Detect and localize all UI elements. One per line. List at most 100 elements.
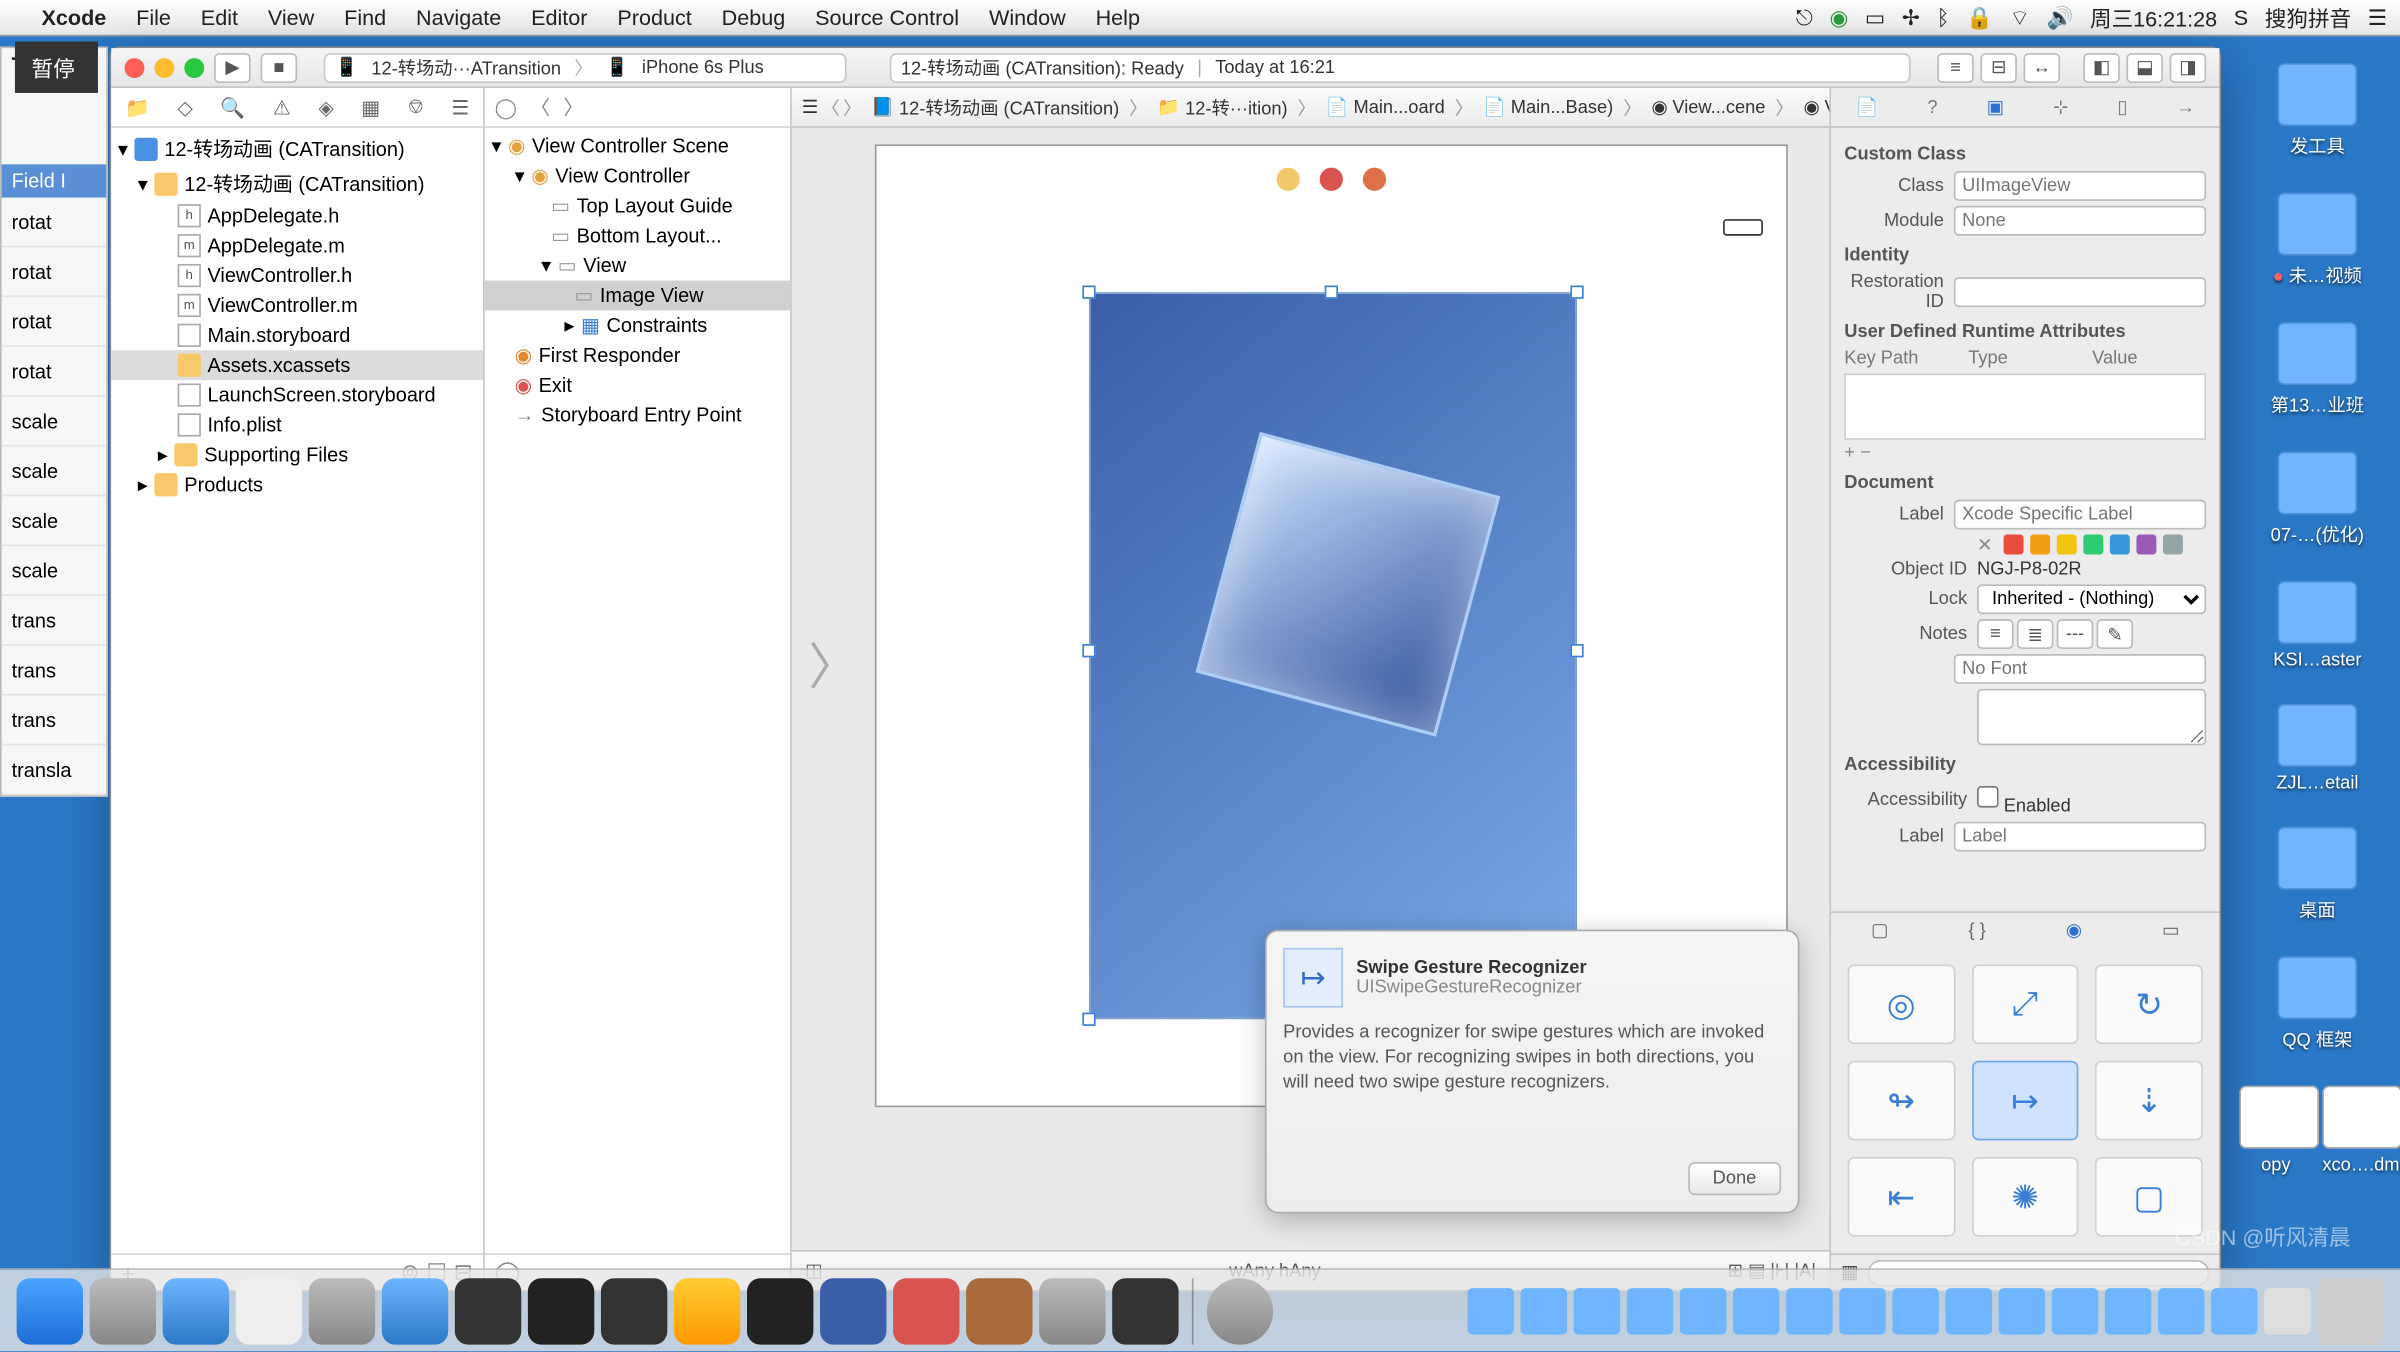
app-icon[interactable] xyxy=(893,1277,959,1343)
media-library-icon[interactable]: ▭ xyxy=(2162,920,2179,942)
code-snippet-icon[interactable]: { } xyxy=(1968,920,1985,940)
dock-tile[interactable] xyxy=(1574,1287,1620,1333)
screen-edge-gesture-icon[interactable]: ⇤ xyxy=(1848,1157,1955,1237)
uiimageview-element[interactable] xyxy=(1089,292,1577,1019)
pan-gesture-icon[interactable]: ↬ xyxy=(1848,1061,1955,1141)
desktop-folder[interactable]: ● 未…视频 xyxy=(2268,193,2368,289)
vc-row[interactable]: ▾◉View Controller xyxy=(485,161,790,191)
folder-item[interactable]: ▸Supporting Files xyxy=(111,440,483,470)
desktop-folder[interactable]: QQ 框架 xyxy=(2268,956,2368,1052)
done-button[interactable]: Done xyxy=(1688,1162,1781,1195)
acc-label-input[interactable] xyxy=(1954,822,2206,852)
udra-table[interactable] xyxy=(1844,374,2206,440)
ime-label[interactable]: 搜狗拼音 xyxy=(2265,2,2351,34)
notes-tool[interactable]: ✎ xyxy=(2097,619,2134,649)
exit-row[interactable]: ◉Exit xyxy=(485,370,790,400)
custom-gesture-icon[interactable]: ✺ xyxy=(1972,1157,2079,1237)
exit-icon[interactable] xyxy=(1363,168,1386,191)
tap-gesture-icon[interactable]: ◎ xyxy=(1848,964,1955,1044)
identity-inspector-icon[interactable]: ▣ xyxy=(1987,96,2004,118)
dock-tile[interactable] xyxy=(1733,1287,1779,1333)
table-row[interactable]: rotat xyxy=(2,247,107,297)
table-row[interactable]: rotat xyxy=(2,198,107,248)
dock-tile[interactable] xyxy=(1946,1287,1992,1333)
object-library-icon[interactable]: ◉ xyxy=(2066,920,2082,942)
menu-window[interactable]: Window xyxy=(974,5,1081,30)
status-icon[interactable]: ◉ xyxy=(1829,4,1848,31)
desktop-folder[interactable]: 07-…(优化) xyxy=(2268,452,2368,548)
first-responder-row[interactable]: ◉First Responder xyxy=(485,340,790,370)
file-item-selected[interactable]: Assets.xcassets xyxy=(111,350,483,380)
notes-tool[interactable]: --- xyxy=(2057,619,2094,649)
help-inspector-icon[interactable]: ? xyxy=(1927,97,1937,117)
symbol-nav-icon[interactable]: ◇ xyxy=(177,95,192,118)
dock-tile[interactable] xyxy=(1521,1287,1567,1333)
menu-help[interactable]: Help xyxy=(1081,5,1155,30)
pinch-gesture-icon[interactable]: ⤢ xyxy=(1972,964,2079,1044)
file-item[interactable]: AppDelegate.h xyxy=(111,201,483,231)
desktop-folder[interactable]: 发工具 xyxy=(2268,63,2368,159)
dock-tile[interactable] xyxy=(2052,1287,2098,1333)
dock-tile[interactable] xyxy=(2264,1287,2310,1333)
finder-icon[interactable] xyxy=(17,1277,83,1343)
menu-source-control[interactable]: Source Control xyxy=(800,5,974,30)
ime-icon[interactable]: S xyxy=(2234,5,2248,30)
volume-icon[interactable]: 🔊 xyxy=(2047,4,2074,31)
class-input[interactable] xyxy=(1954,171,2206,201)
jump-crumb[interactable]: ◉ View...troller xyxy=(1797,96,1829,118)
dock-tile[interactable] xyxy=(1999,1287,2045,1333)
dock-tile[interactable] xyxy=(1627,1287,1673,1333)
first-responder-icon[interactable] xyxy=(1320,168,1343,191)
status-icon[interactable]: ⎋ xyxy=(1796,4,1813,31)
app-icon[interactable] xyxy=(1112,1277,1178,1343)
file-item[interactable]: Main.storyboard xyxy=(111,320,483,350)
table-row[interactable]: rotat xyxy=(2,347,107,397)
pause-button[interactable]: 暂停 xyxy=(15,42,98,93)
rotation-gesture-icon[interactable]: ↻ xyxy=(2095,964,2202,1044)
connections-inspector-icon[interactable]: → xyxy=(2177,97,2195,117)
project-nav-icon[interactable]: 📁 xyxy=(125,95,150,118)
lock-select[interactable]: Inherited - (Nothing) xyxy=(1977,584,2206,614)
table-row[interactable]: trans xyxy=(2,596,107,646)
vc-icon[interactable] xyxy=(1277,168,1300,191)
menu-find[interactable]: Find xyxy=(329,5,401,30)
related-icon[interactable]: ☰ xyxy=(802,96,818,118)
file-item[interactable]: ViewController.m xyxy=(111,291,483,321)
dock-tile[interactable] xyxy=(2158,1287,2204,1333)
desktop-file[interactable]: opy xyxy=(2239,1086,2312,1176)
group-folder[interactable]: ▾12-转场动画 (CATransition) xyxy=(111,166,483,201)
xcode-icon[interactable] xyxy=(382,1277,448,1343)
table-row[interactable]: trans xyxy=(2,646,107,696)
entry-row[interactable]: →Storyboard Entry Point xyxy=(485,400,790,430)
app-icon[interactable] xyxy=(1039,1277,1105,1343)
file-inspector-icon[interactable]: 📄 xyxy=(1856,96,1879,118)
menu-file[interactable]: File xyxy=(121,5,186,30)
constraints-row[interactable]: ▸▦Constraints xyxy=(485,310,790,340)
jump-crumb[interactable]: 📁 12-转···ition) xyxy=(1151,94,1294,121)
entry-arrow-icon[interactable]: 〉 xyxy=(808,626,858,699)
desktop-file[interactable]: xco….dmg xyxy=(2322,1086,2395,1176)
table-row[interactable]: scale xyxy=(2,496,107,546)
wifi-icon[interactable]: ⌔ xyxy=(2010,4,2030,31)
menu-editor[interactable]: Editor xyxy=(516,5,602,30)
menu-view[interactable]: View xyxy=(253,5,329,30)
menu-edit[interactable]: Edit xyxy=(186,5,253,30)
table-row[interactable]: scale xyxy=(2,447,107,497)
outline-tree[interactable]: ▾◉View Controller Scene ▾◉View Controlle… xyxy=(485,128,790,1253)
canvas-area[interactable]: 〉 ↦ Swipe Gesture Recognizer xyxy=(792,128,1830,1250)
dock-tile[interactable] xyxy=(2105,1287,2151,1333)
dock-tile[interactable] xyxy=(1467,1287,1513,1333)
stop-button[interactable]: ■ xyxy=(261,52,298,82)
jump-crumb[interactable]: 📄 Main...oard xyxy=(1319,96,1451,118)
menu-debug[interactable]: Debug xyxy=(707,5,800,30)
jump-crumb[interactable]: 📄 Main...Base) xyxy=(1476,96,1620,118)
dock-tile[interactable] xyxy=(1786,1287,1832,1333)
notes-font-input[interactable] xyxy=(1954,654,2206,684)
file-item[interactable]: LaunchScreen.storyboard xyxy=(111,380,483,410)
long-press-gesture-icon[interactable]: ⇣ xyxy=(2095,1061,2202,1141)
test-nav-icon[interactable]: ◈ xyxy=(318,95,333,118)
terminal-icon[interactable] xyxy=(528,1277,594,1343)
project-navigator-tree[interactable]: ▾12-转场动画 (CATransition) ▾12-转场动画 (CATran… xyxy=(111,128,483,1253)
issue-nav-icon[interactable]: ⚠ xyxy=(273,95,291,118)
scheme-selector[interactable]: 📱 12-转场动···ATransition 〉 📱 iPhone 6s Plu… xyxy=(324,52,846,82)
